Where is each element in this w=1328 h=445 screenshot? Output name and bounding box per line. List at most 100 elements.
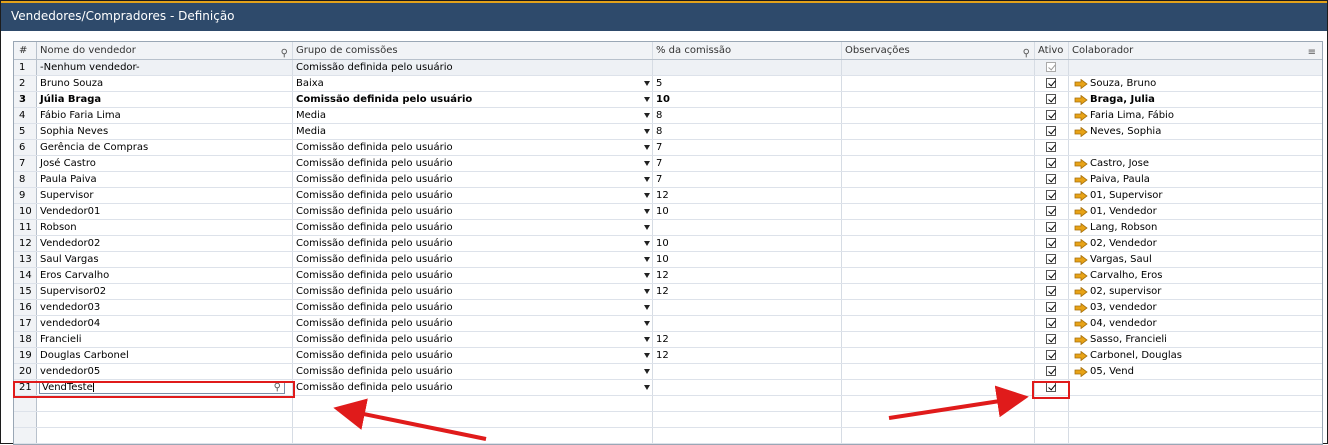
- active-checkbox[interactable]: [1046, 190, 1056, 200]
- group-cell[interactable]: Comissão definida pelo usuário: [293, 92, 653, 107]
- collaborator-cell[interactable]: 03, vendedor: [1069, 300, 1322, 315]
- obs-cell[interactable]: [842, 124, 1035, 139]
- name-cell[interactable]: Robson: [37, 220, 293, 235]
- active-checkbox[interactable]: [1046, 158, 1056, 168]
- obs-cell[interactable]: [842, 268, 1035, 283]
- pct-cell[interactable]: 7: [653, 140, 842, 155]
- active-checkbox[interactable]: [1046, 110, 1056, 120]
- header-group[interactable]: Grupo de comissões: [293, 42, 653, 59]
- obs-cell[interactable]: [842, 188, 1035, 203]
- group-cell[interactable]: Comissão definida pelo usuário: [293, 188, 653, 203]
- row-number[interactable]: 17: [14, 316, 37, 331]
- obs-cell[interactable]: [842, 108, 1035, 123]
- group-cell[interactable]: Comissão definida pelo usuário: [293, 348, 653, 363]
- pct-cell[interactable]: 10: [653, 92, 842, 107]
- collaborator-cell[interactable]: 02, Vendedor: [1069, 236, 1322, 251]
- obs-cell[interactable]: [842, 204, 1035, 219]
- obs-cell[interactable]: [842, 380, 1035, 395]
- collaborator-cell[interactable]: Souza, Bruno: [1069, 76, 1322, 91]
- active-checkbox[interactable]: [1046, 366, 1056, 376]
- name-cell[interactable]: Supervisor02: [37, 284, 293, 299]
- dropdown-arrow-icon[interactable]: [644, 369, 650, 374]
- group-cell[interactable]: Comissão definida pelo usuário: [293, 268, 653, 283]
- obs-cell[interactable]: [842, 252, 1035, 267]
- table-row[interactable]: 20 vendedor05 Comissão definida pelo usuár…: [14, 364, 1322, 380]
- row-number[interactable]: 8: [14, 172, 37, 187]
- group-cell[interactable]: Comissão definida pelo usuário: [293, 332, 653, 347]
- active-checkbox[interactable]: [1046, 334, 1056, 344]
- table-row[interactable]: 14 Eros Carvalho Comissão definida pelo us…: [14, 268, 1322, 284]
- dropdown-arrow-icon[interactable]: [644, 321, 650, 326]
- table-row[interactable]: 11 Robson Comissão definida pelo usuário La…: [14, 220, 1322, 236]
- arrow-right-icon[interactable]: [1074, 190, 1088, 202]
- group-cell[interactable]: Comissão definida pelo usuário: [293, 252, 653, 267]
- group-cell[interactable]: Comissão definida pelo usuário: [293, 204, 653, 219]
- obs-cell[interactable]: [842, 300, 1035, 315]
- header-active[interactable]: Ativo: [1035, 42, 1069, 59]
- active-checkbox[interactable]: [1046, 78, 1056, 88]
- name-cell[interactable]: Paula Paiva: [37, 172, 293, 187]
- row-number[interactable]: 21: [14, 380, 37, 395]
- row-number[interactable]: 5: [14, 124, 37, 139]
- active-checkbox[interactable]: [1046, 350, 1056, 360]
- group-cell[interactable]: Comissão definida pelo usuário: [293, 236, 653, 251]
- dropdown-arrow-icon[interactable]: [644, 385, 650, 390]
- arrow-right-icon[interactable]: [1074, 94, 1088, 106]
- table-row[interactable]: 4 Fábio Faria Lima Media 8 Faria Lima, Fábio: [14, 108, 1322, 124]
- name-cell[interactable]: Gerência de Compras: [37, 140, 293, 155]
- header-collaborator[interactable]: Colaborador ≡: [1069, 42, 1322, 59]
- row-number[interactable]: 15: [14, 284, 37, 299]
- name-cell[interactable]: Bruno Souza: [37, 76, 293, 91]
- table-row[interactable]: 17 vendedor04 Comissão definida pelo usuár…: [14, 316, 1322, 332]
- dropdown-arrow-icon[interactable]: [644, 225, 650, 230]
- active-checkbox[interactable]: [1046, 94, 1056, 104]
- header-pct[interactable]: % da comissão: [653, 42, 842, 59]
- name-cell[interactable]: Júlia Braga: [37, 92, 293, 107]
- table-row[interactable]: 15 Supervisor02 Comissão definida pelo usu…: [14, 284, 1322, 300]
- key-icon[interactable]: ⚲: [274, 382, 281, 393]
- name-cell[interactable]: vendedor04: [37, 316, 293, 331]
- active-checkbox[interactable]: [1046, 238, 1056, 248]
- row-number[interactable]: 1: [14, 60, 37, 75]
- pct-cell[interactable]: 12: [653, 348, 842, 363]
- dropdown-arrow-icon[interactable]: [644, 305, 650, 310]
- row-number[interactable]: 12: [14, 236, 37, 251]
- row-number[interactable]: 4: [14, 108, 37, 123]
- name-cell[interactable]: VendTeste ⚲: [37, 380, 293, 395]
- active-checkbox[interactable]: [1046, 206, 1056, 216]
- obs-cell[interactable]: [842, 220, 1035, 235]
- arrow-right-icon[interactable]: [1074, 110, 1088, 122]
- arrow-right-icon[interactable]: [1074, 366, 1088, 378]
- collaborator-cell[interactable]: Paiva, Paula: [1069, 172, 1322, 187]
- group-cell[interactable]: Comissão definida pelo usuário: [293, 140, 653, 155]
- dropdown-arrow-icon[interactable]: [644, 145, 650, 150]
- pct-cell[interactable]: 8: [653, 108, 842, 123]
- table-row[interactable]: 19 Douglas Carbonel Comissão definida pelo…: [14, 348, 1322, 364]
- table-row[interactable]: 6 Gerência de Compras Comissão definida pe…: [14, 140, 1322, 156]
- row-number[interactable]: 2: [14, 76, 37, 91]
- group-cell[interactable]: Comissão definida pelo usuário: [293, 220, 653, 235]
- row-number[interactable]: 18: [14, 332, 37, 347]
- obs-cell[interactable]: [842, 348, 1035, 363]
- pct-cell[interactable]: [653, 380, 842, 395]
- pct-cell[interactable]: 12: [653, 332, 842, 347]
- table-row[interactable]: 10 Vendedor01 Comissão definida pelo usuár…: [14, 204, 1322, 220]
- arrow-right-icon[interactable]: [1074, 286, 1088, 298]
- dropdown-arrow-icon[interactable]: [644, 289, 650, 294]
- row-number[interactable]: 13: [14, 252, 37, 267]
- name-cell[interactable]: -Nenhum vendedor-: [37, 60, 293, 75]
- group-cell[interactable]: Media: [293, 124, 653, 139]
- pct-cell[interactable]: 5: [653, 76, 842, 91]
- header-num[interactable]: #: [14, 42, 37, 59]
- pct-cell[interactable]: 8: [653, 124, 842, 139]
- collaborator-cell[interactable]: Neves, Sophia: [1069, 124, 1322, 139]
- pct-cell[interactable]: [653, 60, 842, 75]
- pct-cell[interactable]: 12: [653, 188, 842, 203]
- collaborator-cell[interactable]: Braga, Julia: [1069, 92, 1322, 107]
- pct-cell[interactable]: 10: [653, 204, 842, 219]
- name-cell[interactable]: Vendedor02: [37, 236, 293, 251]
- active-checkbox[interactable]: [1046, 126, 1056, 136]
- obs-cell[interactable]: [842, 332, 1035, 347]
- dropdown-arrow-icon[interactable]: [644, 129, 650, 134]
- obs-cell[interactable]: [842, 364, 1035, 379]
